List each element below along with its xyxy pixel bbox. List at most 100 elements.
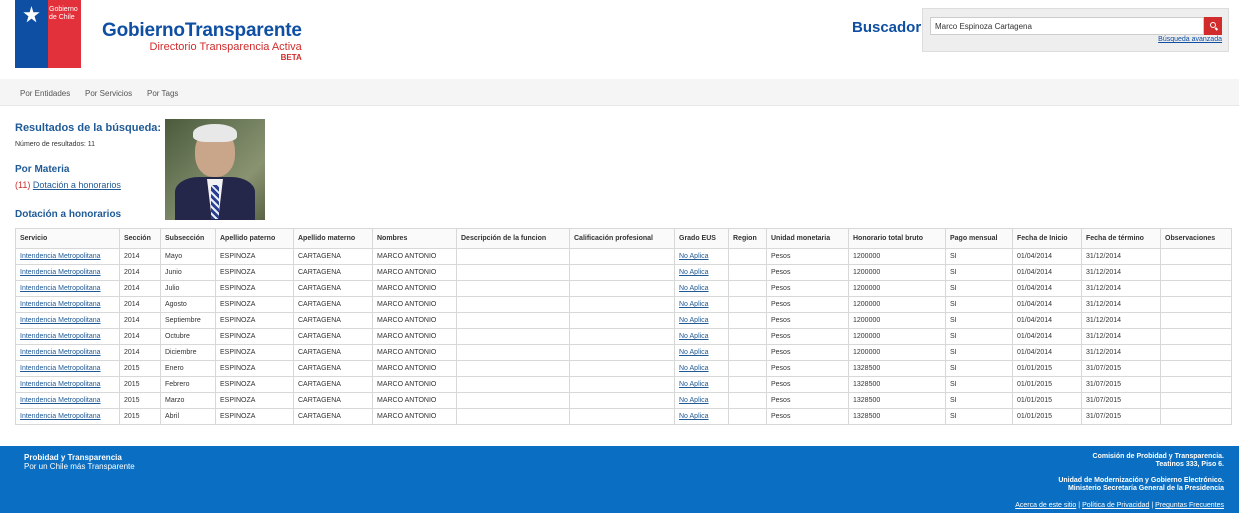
table-cell: 2014 bbox=[119, 296, 161, 313]
nav-por-entidades[interactable]: Por Entidades bbox=[20, 89, 70, 98]
table-cell: ESPINOZA bbox=[215, 360, 294, 377]
table-cell: No Aplica bbox=[674, 312, 729, 329]
table-cell: 1328500 bbox=[848, 360, 946, 377]
brand[interactable]: GobiernoTransparente Directorio Transpar… bbox=[102, 20, 302, 62]
table-cell bbox=[456, 312, 570, 329]
table-cell bbox=[1160, 344, 1232, 361]
person-photo bbox=[165, 119, 265, 220]
grado-link[interactable]: No Aplica bbox=[679, 349, 709, 356]
table-cell: 01/01/2015 bbox=[1012, 392, 1082, 409]
grado-link[interactable]: No Aplica bbox=[679, 365, 709, 372]
table-cell: SI bbox=[945, 408, 1013, 425]
table-cell: 1328500 bbox=[848, 376, 946, 393]
footer-separator: | bbox=[1078, 502, 1081, 509]
table-cell bbox=[1160, 296, 1232, 313]
table-header-row: Servicio Sección Subsección Apellido patern… bbox=[15, 228, 1232, 249]
footer-address-1: Comisión de Probidad y Transparencia. bbox=[1092, 453, 1224, 460]
footer-title: Probidad y Transparencia bbox=[24, 453, 122, 462]
servicio-link[interactable]: Intendencia Metropolitana bbox=[20, 285, 101, 292]
table-cell: 01/01/2015 bbox=[1012, 408, 1082, 425]
table-cell: 01/04/2014 bbox=[1012, 264, 1082, 281]
servicio-link[interactable]: Intendencia Metropolitana bbox=[20, 365, 101, 372]
table-cell: SI bbox=[945, 296, 1013, 313]
grado-link[interactable]: No Aplica bbox=[679, 269, 709, 276]
table-cell: 01/04/2014 bbox=[1012, 328, 1082, 345]
grado-link[interactable]: No Aplica bbox=[679, 333, 709, 340]
grado-link[interactable]: No Aplica bbox=[679, 253, 709, 260]
table-cell: SI bbox=[945, 376, 1013, 393]
grado-link[interactable]: No Aplica bbox=[679, 381, 709, 388]
column-header: Observaciones bbox=[1160, 228, 1232, 249]
table-cell: Pesos bbox=[766, 328, 849, 345]
table-cell bbox=[728, 376, 767, 393]
column-header: Calificación profesional bbox=[569, 228, 675, 249]
search-input[interactable] bbox=[930, 17, 1204, 35]
table-cell: No Aplica bbox=[674, 280, 729, 297]
servicio-link[interactable]: Intendencia Metropolitana bbox=[20, 269, 101, 276]
table-cell: 2015 bbox=[119, 376, 161, 393]
table-cell: Intendencia Metropolitana bbox=[15, 248, 120, 265]
servicio-link[interactable]: Intendencia Metropolitana bbox=[20, 349, 101, 356]
table-row: Intendencia Metropolitana 2015 Marzo ESPINO… bbox=[15, 392, 1232, 409]
gobierno-de-chile-logo[interactable]: Gobierno de Chile bbox=[15, 0, 81, 68]
table-cell: MARCO ANTONIO bbox=[372, 312, 457, 329]
table-cell: No Aplica bbox=[674, 344, 729, 361]
nav-por-servicios[interactable]: Por Servicios bbox=[85, 89, 132, 98]
grado-link[interactable]: No Aplica bbox=[679, 413, 709, 420]
table-cell: Abril bbox=[160, 408, 216, 425]
table-cell bbox=[728, 392, 767, 409]
table-row: Intendencia Metropolitana 2015 Febrero ESPI… bbox=[15, 376, 1232, 393]
table-cell bbox=[728, 248, 767, 265]
nav-por-tags[interactable]: Por Tags bbox=[147, 89, 178, 98]
column-header: Fecha de término bbox=[1081, 228, 1161, 249]
grado-link[interactable]: No Aplica bbox=[679, 285, 709, 292]
table-cell: Pesos bbox=[766, 312, 849, 329]
section-title: Dotación a honorarios bbox=[15, 209, 122, 220]
table-cell bbox=[1160, 392, 1232, 409]
grado-link[interactable]: No Aplica bbox=[679, 317, 709, 324]
table-cell: 1328500 bbox=[848, 408, 946, 425]
table-cell: 01/01/2015 bbox=[1012, 360, 1082, 377]
table-cell bbox=[456, 280, 570, 297]
table-cell: 2014 bbox=[119, 280, 161, 297]
servicio-link[interactable]: Intendencia Metropolitana bbox=[20, 301, 101, 308]
table-cell bbox=[456, 360, 570, 377]
table-cell bbox=[1160, 328, 1232, 345]
table-cell: ESPINOZA bbox=[215, 248, 294, 265]
table-cell: MARCO ANTONIO bbox=[372, 344, 457, 361]
table-cell: SI bbox=[945, 392, 1013, 409]
servicio-link[interactable]: Intendencia Metropolitana bbox=[20, 397, 101, 404]
table-cell: Pesos bbox=[766, 264, 849, 281]
table-cell: ESPINOZA bbox=[215, 312, 294, 329]
servicio-link[interactable]: Intendencia Metropolitana bbox=[20, 333, 101, 340]
column-header: Pago mensual bbox=[945, 228, 1013, 249]
column-header: Unidad monetaria bbox=[766, 228, 849, 249]
results-count: Número de resultados: 11 bbox=[15, 141, 96, 148]
materia-link[interactable]: Dotación a honorarios bbox=[33, 180, 121, 190]
grado-link[interactable]: No Aplica bbox=[679, 301, 709, 308]
table-row: Intendencia Metropolitana 2014 Julio ESPINO… bbox=[15, 280, 1232, 297]
table-cell bbox=[1160, 248, 1232, 265]
table-cell: No Aplica bbox=[674, 408, 729, 425]
servicio-link[interactable]: Intendencia Metropolitana bbox=[20, 253, 101, 260]
table-cell: 31/07/2015 bbox=[1081, 376, 1161, 393]
table-cell: Intendencia Metropolitana bbox=[15, 360, 120, 377]
table-cell: ESPINOZA bbox=[215, 264, 294, 281]
footer-link-preguntas[interactable]: Preguntas Frecuentes bbox=[1155, 502, 1224, 509]
advanced-search-link[interactable]: Búsqueda avanzada bbox=[1158, 36, 1222, 43]
table-cell: Febrero bbox=[160, 376, 216, 393]
footer-link-acerca[interactable]: Acerca de este sitio bbox=[1015, 502, 1076, 509]
table-cell: 31/12/2014 bbox=[1081, 248, 1161, 265]
servicio-link[interactable]: Intendencia Metropolitana bbox=[20, 381, 101, 388]
footer-link-privacidad[interactable]: Política de Privacidad bbox=[1082, 502, 1149, 509]
grado-link[interactable]: No Aplica bbox=[679, 397, 709, 404]
table-row: Intendencia Metropolitana 2014 Septiembre E… bbox=[15, 312, 1232, 329]
search-button[interactable] bbox=[1204, 17, 1222, 35]
table-cell: Intendencia Metropolitana bbox=[15, 312, 120, 329]
table-cell: No Aplica bbox=[674, 264, 729, 281]
servicio-link[interactable]: Intendencia Metropolitana bbox=[20, 413, 101, 420]
table-cell: ESPINOZA bbox=[215, 296, 294, 313]
table-cell bbox=[569, 280, 675, 297]
table-cell: Diciembre bbox=[160, 344, 216, 361]
servicio-link[interactable]: Intendencia Metropolitana bbox=[20, 317, 101, 324]
